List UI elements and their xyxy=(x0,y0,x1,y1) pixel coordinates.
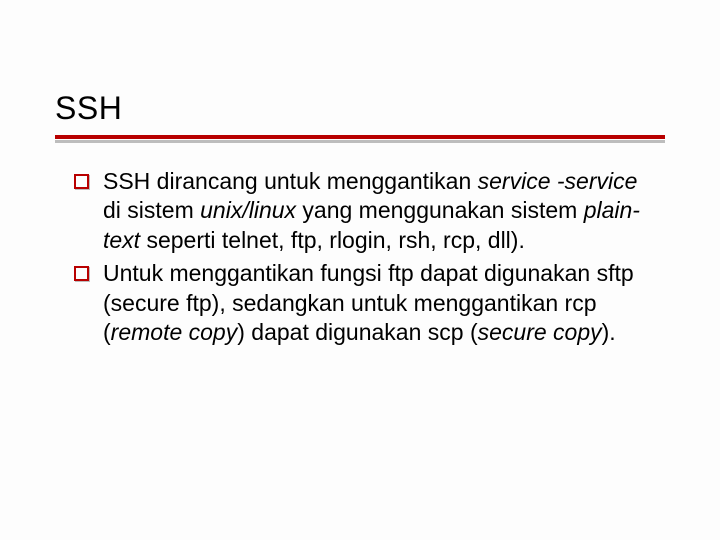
square-bullet-icon xyxy=(74,266,89,281)
bullet-text: Untuk menggantikan fungsi ftp dapat digu… xyxy=(103,259,660,347)
title-area: SSH xyxy=(0,0,720,127)
text-run: SSH dirancang untuk menggantikan xyxy=(103,168,478,194)
slide: SSH SSH dirancang untuk menggantikan ser… xyxy=(0,0,720,540)
list-item: Untuk menggantikan fungsi ftp dapat digu… xyxy=(74,259,660,347)
text-run: ). xyxy=(602,319,616,345)
body-area: SSH dirancang untuk menggantikan service… xyxy=(0,143,720,348)
page-title: SSH xyxy=(55,90,665,127)
text-run: di sistem xyxy=(103,197,200,223)
text-run-italic: secure copy xyxy=(478,319,602,345)
text-run-italic: unix/linux xyxy=(200,197,296,223)
title-rule xyxy=(55,135,665,143)
square-bullet-icon xyxy=(74,174,89,189)
bullet-text: SSH dirancang untuk menggantikan service… xyxy=(103,167,660,255)
text-run: ) dapat digunakan scp ( xyxy=(237,319,477,345)
text-run-italic: remote copy xyxy=(111,319,238,345)
text-run: yang menggunakan sistem xyxy=(296,197,584,223)
text-run: seperti telnet, ftp, rlogin, rsh, rcp, d… xyxy=(140,227,525,253)
rule-red-line xyxy=(55,135,665,139)
text-run-italic: service -service xyxy=(478,168,638,194)
list-item: SSH dirancang untuk menggantikan service… xyxy=(74,167,660,255)
